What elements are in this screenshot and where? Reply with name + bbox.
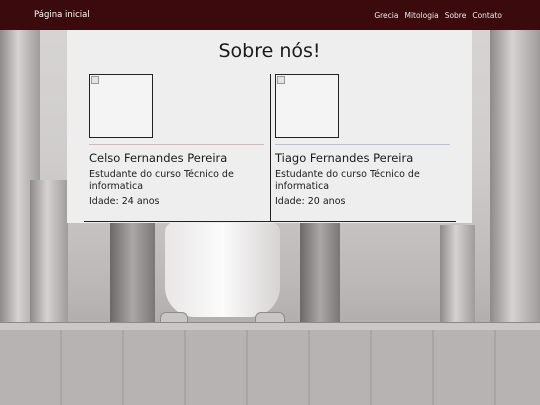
member-name: Tiago Fernandes Pereira: [275, 151, 414, 165]
home-link[interactable]: Página inicial: [34, 10, 90, 20]
member-name: Celso Fernandes Pereira: [89, 151, 228, 165]
member-description: Estudante do curso Técnico de informatic…: [275, 169, 420, 192]
broken-image-icon: [277, 76, 285, 84]
member-age: Idade: 24 anos: [89, 196, 160, 207]
member-photo: [89, 74, 153, 138]
about-panel: Sobre nós! Celso Fernandes Pereira Estud…: [67, 30, 472, 223]
member-card: Tiago Fernandes Pereira Estudante do cur…: [270, 74, 456, 222]
nav-link-mitologia[interactable]: Mitologia: [404, 11, 438, 20]
broken-image-icon: [91, 76, 99, 84]
section-divider: [84, 221, 456, 222]
page-title: Sobre nós!: [218, 40, 321, 62]
divider: [275, 144, 450, 145]
nav-link-grecia[interactable]: Grecia: [374, 11, 398, 20]
nav-link-sobre[interactable]: Sobre: [445, 11, 467, 20]
member-card: Celso Fernandes Pereira Estudante do cur…: [84, 74, 269, 222]
member-photo: [275, 74, 339, 138]
nav-link-contato[interactable]: Contato: [472, 11, 502, 20]
nav-links: Grecia Mitologia Sobre Contato: [374, 11, 502, 20]
divider: [89, 144, 264, 145]
member-age: Idade: 20 anos: [275, 196, 346, 207]
navbar: Página inicial Grecia Mitologia Sobre Co…: [0, 0, 540, 30]
member-description: Estudante do curso Técnico de informatic…: [89, 169, 234, 192]
